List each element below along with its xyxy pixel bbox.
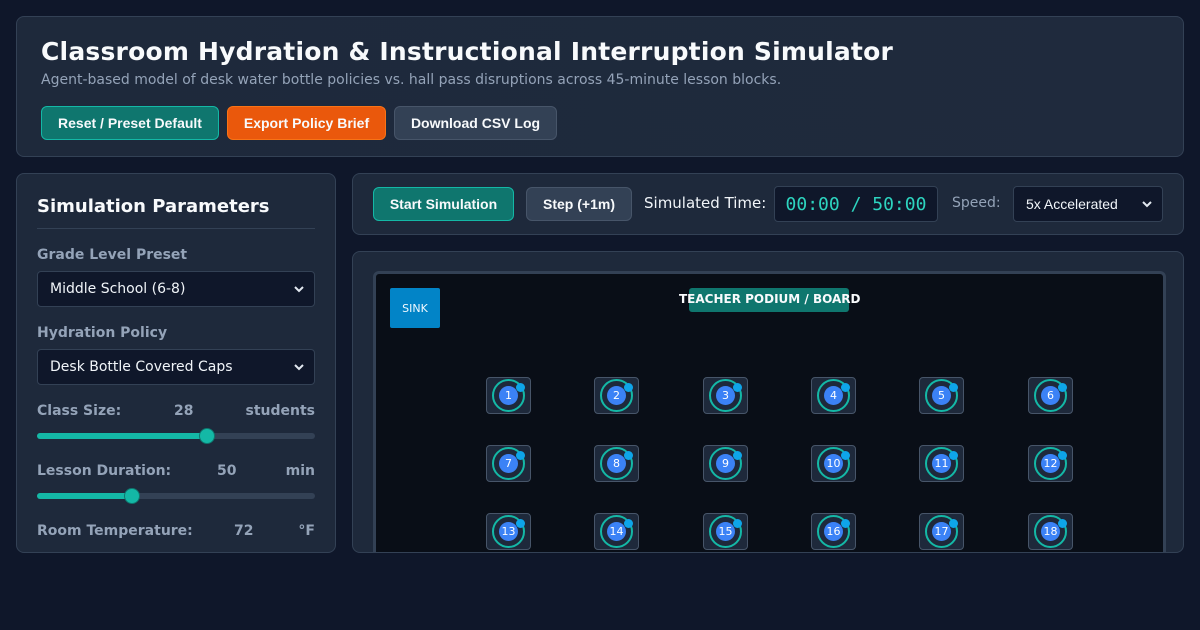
water-bottle-icon xyxy=(841,451,850,460)
water-bottle-icon xyxy=(516,451,525,460)
lesson-duration-label: Lesson Duration: xyxy=(37,463,172,479)
hydration-policy-value: Desk Bottle Covered Caps xyxy=(50,359,233,375)
water-bottle-icon xyxy=(733,451,742,460)
download-csv-log-button[interactable]: Download CSV Log xyxy=(394,106,557,140)
water-bottle-icon xyxy=(1058,519,1067,528)
simulation-controls: Start Simulation Step (+1m) Simulated Ti… xyxy=(352,173,1184,235)
water-bottle-icon xyxy=(841,383,850,392)
water-bottle-icon xyxy=(624,519,633,528)
student-desk[interactable]: 17 xyxy=(919,513,964,550)
speed-label: Speed: xyxy=(952,195,1001,211)
student-desk[interactable]: 6 xyxy=(1028,377,1073,414)
student-desk[interactable]: 4 xyxy=(811,377,856,414)
export-policy-brief-button[interactable]: Export Policy Brief xyxy=(227,106,386,140)
student-desk[interactable]: 12 xyxy=(1028,445,1073,482)
student-desk[interactable]: 10 xyxy=(811,445,856,482)
student-agent[interactable]: 11 xyxy=(932,454,951,473)
class-size-unit: students xyxy=(245,403,315,419)
student-desk[interactable]: 5 xyxy=(919,377,964,414)
simulated-time-label: Simulated Time: xyxy=(644,194,767,212)
water-bottle-icon xyxy=(733,519,742,528)
chevron-down-icon xyxy=(294,286,304,293)
grade-level-value: Middle School (6-8) xyxy=(50,281,186,297)
student-desk[interactable]: 7 xyxy=(486,445,531,482)
page-subtitle: Agent-based model of desk water bottle p… xyxy=(41,72,782,88)
classroom-floor: SINK TEACHER PODIUM / BOARD 1 2 3 4 5 6 7 8 9 10 1… xyxy=(373,271,1166,552)
lesson-duration-slider[interactable] xyxy=(37,488,315,504)
student-agent[interactable]: 18 xyxy=(1041,522,1060,541)
student-agent[interactable]: 5 xyxy=(932,386,951,405)
header-panel: Classroom Hydration & Instructional Inte… xyxy=(16,16,1184,157)
class-size-slider[interactable] xyxy=(37,428,315,444)
simulation-parameters-panel: Simulation Parameters Grade Level Preset… xyxy=(16,173,336,553)
reset-preset-button[interactable]: Reset / Preset Default xyxy=(41,106,219,140)
student-desk[interactable]: 13 xyxy=(486,513,531,550)
student-desk[interactable]: 16 xyxy=(811,513,856,550)
water-bottle-icon xyxy=(949,451,958,460)
chevron-down-icon xyxy=(1142,201,1152,208)
student-desk[interactable]: 14 xyxy=(594,513,639,550)
student-agent[interactable]: 15 xyxy=(716,522,735,541)
student-desk[interactable]: 1 xyxy=(486,377,531,414)
student-agent[interactable]: 17 xyxy=(932,522,951,541)
speed-value: 5x Accelerated xyxy=(1026,196,1118,212)
student-agent[interactable]: 7 xyxy=(499,454,518,473)
room-temperature-unit: °F xyxy=(298,523,315,539)
simulated-time-display: 00:00 / 50:00 xyxy=(774,186,938,222)
teacher-podium-label: TEACHER PODIUM / BOARD xyxy=(679,292,861,306)
student-agent[interactable]: 14 xyxy=(607,522,626,541)
student-desk[interactable]: 11 xyxy=(919,445,964,482)
student-agent[interactable]: 2 xyxy=(607,386,626,405)
hydration-policy-label: Hydration Policy xyxy=(37,325,168,341)
start-simulation-button[interactable]: Start Simulation xyxy=(373,187,514,221)
water-bottle-icon xyxy=(624,451,633,460)
water-bottle-icon xyxy=(733,383,742,392)
sink-station[interactable]: SINK xyxy=(390,288,440,328)
water-bottle-icon xyxy=(949,519,958,528)
grade-level-select[interactable]: Middle School (6-8) xyxy=(37,271,315,307)
lesson-duration-slider-fill xyxy=(37,493,132,499)
student-agent[interactable]: 8 xyxy=(607,454,626,473)
water-bottle-icon xyxy=(516,519,525,528)
student-desk[interactable]: 15 xyxy=(703,513,748,550)
lesson-duration-value: 50 xyxy=(217,463,237,479)
class-size-slider-thumb[interactable] xyxy=(198,428,215,444)
water-bottle-icon xyxy=(624,383,633,392)
water-bottle-icon xyxy=(1058,383,1067,392)
student-agent[interactable]: 12 xyxy=(1041,454,1060,473)
student-desk[interactable]: 8 xyxy=(594,445,639,482)
room-temperature-value: 72 xyxy=(234,523,254,539)
student-agent[interactable]: 10 xyxy=(824,454,843,473)
student-desk[interactable]: 2 xyxy=(594,377,639,414)
grade-level-label: Grade Level Preset xyxy=(37,247,188,263)
student-agent[interactable]: 3 xyxy=(716,386,735,405)
student-agent[interactable]: 6 xyxy=(1041,386,1060,405)
water-bottle-icon xyxy=(1058,451,1067,460)
class-size-value: 28 xyxy=(174,403,194,419)
student-agent[interactable]: 1 xyxy=(499,386,518,405)
classroom-stage: SINK TEACHER PODIUM / BOARD 1 2 3 4 5 6 7 8 9 10 1… xyxy=(352,251,1184,553)
parameters-title: Simulation Parameters xyxy=(37,196,270,217)
student-agent[interactable]: 9 xyxy=(716,454,735,473)
class-size-slider-fill xyxy=(37,433,207,439)
step-button[interactable]: Step (+1m) xyxy=(526,187,632,221)
water-bottle-icon xyxy=(841,519,850,528)
page-title: Classroom Hydration & Instructional Inte… xyxy=(41,37,893,66)
student-desk[interactable]: 3 xyxy=(703,377,748,414)
water-bottle-icon xyxy=(949,383,958,392)
student-desk[interactable]: 18 xyxy=(1028,513,1073,550)
student-agent[interactable]: 16 xyxy=(824,522,843,541)
divider xyxy=(37,228,315,229)
hydration-policy-select[interactable]: Desk Bottle Covered Caps xyxy=(37,349,315,385)
speed-select[interactable]: 5x Accelerated xyxy=(1013,186,1163,222)
student-agent[interactable]: 4 xyxy=(824,386,843,405)
lesson-duration-unit: min xyxy=(285,463,315,479)
lesson-duration-slider-thumb[interactable] xyxy=(123,488,140,504)
student-agent[interactable]: 13 xyxy=(499,522,518,541)
chevron-down-icon xyxy=(294,364,304,371)
class-size-label: Class Size: xyxy=(37,403,122,419)
student-desk[interactable]: 9 xyxy=(703,445,748,482)
room-temperature-label: Room Temperature: xyxy=(37,523,193,539)
water-bottle-icon xyxy=(516,383,525,392)
